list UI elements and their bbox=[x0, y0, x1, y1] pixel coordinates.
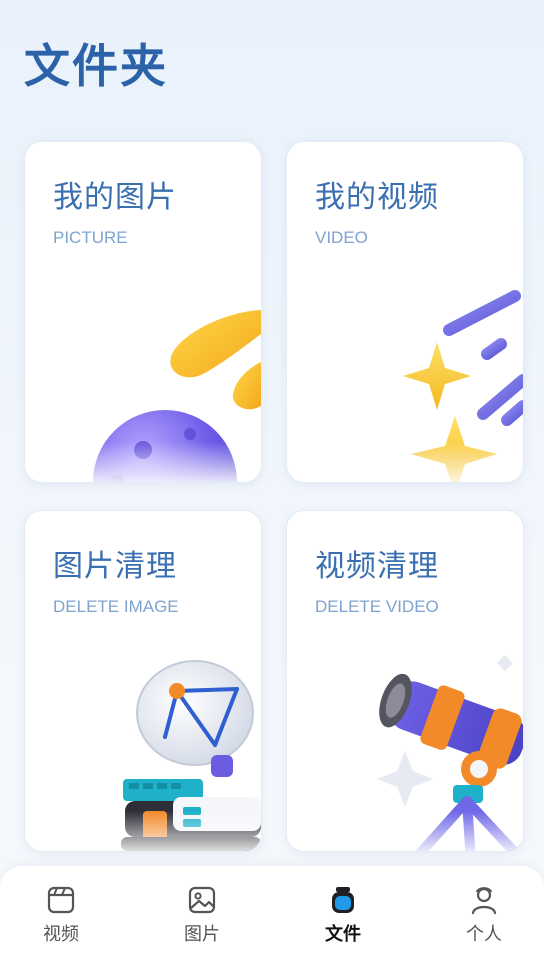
nav-item-me[interactable]: 个人 bbox=[444, 884, 524, 946]
card-subtitle: DELETE IMAGE bbox=[53, 597, 179, 616]
card-subtitle: PICTURE bbox=[53, 228, 128, 247]
nav-item-files[interactable]: 文件 bbox=[303, 884, 383, 946]
person-icon bbox=[471, 887, 497, 915]
page-title: 文件夹 bbox=[24, 39, 168, 93]
nav-item-pictures[interactable]: 图片 bbox=[162, 884, 242, 946]
card-my-pictures[interactable]: 我的图片 PICTURE bbox=[24, 141, 262, 483]
card-subtitle: VIDEO bbox=[315, 228, 368, 247]
bottom-nav: 视频 图片 文件 个人 bbox=[0, 866, 544, 954]
card-bottom-fade bbox=[287, 811, 523, 851]
nav-label: 视频 bbox=[43, 924, 79, 945]
card-delete-image[interactable]: 图片清理 DELETE IMAGE bbox=[24, 510, 262, 852]
nav-label: 个人 bbox=[466, 924, 502, 945]
card-bottom-fade bbox=[25, 442, 261, 482]
image-icon bbox=[188, 886, 216, 914]
card-title: 图片清理 bbox=[53, 549, 177, 584]
card-title: 视频清理 bbox=[315, 549, 439, 584]
card-subtitle: DELETE VIDEO bbox=[315, 597, 439, 616]
jar-icon bbox=[332, 887, 354, 913]
card-my-videos[interactable]: 我的视频 VIDEO bbox=[286, 141, 524, 483]
card-bottom-fade bbox=[25, 811, 261, 851]
card-delete-video[interactable]: 视频清理 DELETE VIDEO bbox=[286, 510, 524, 852]
clapperboard-icon bbox=[47, 886, 75, 914]
nav-label: 图片 bbox=[184, 924, 220, 945]
card-title: 我的图片 bbox=[53, 180, 177, 215]
card-bottom-fade bbox=[287, 442, 523, 482]
card-title: 我的视频 bbox=[315, 180, 439, 215]
nav-item-video[interactable]: 视频 bbox=[21, 884, 101, 946]
nav-label: 文件 bbox=[325, 924, 361, 945]
